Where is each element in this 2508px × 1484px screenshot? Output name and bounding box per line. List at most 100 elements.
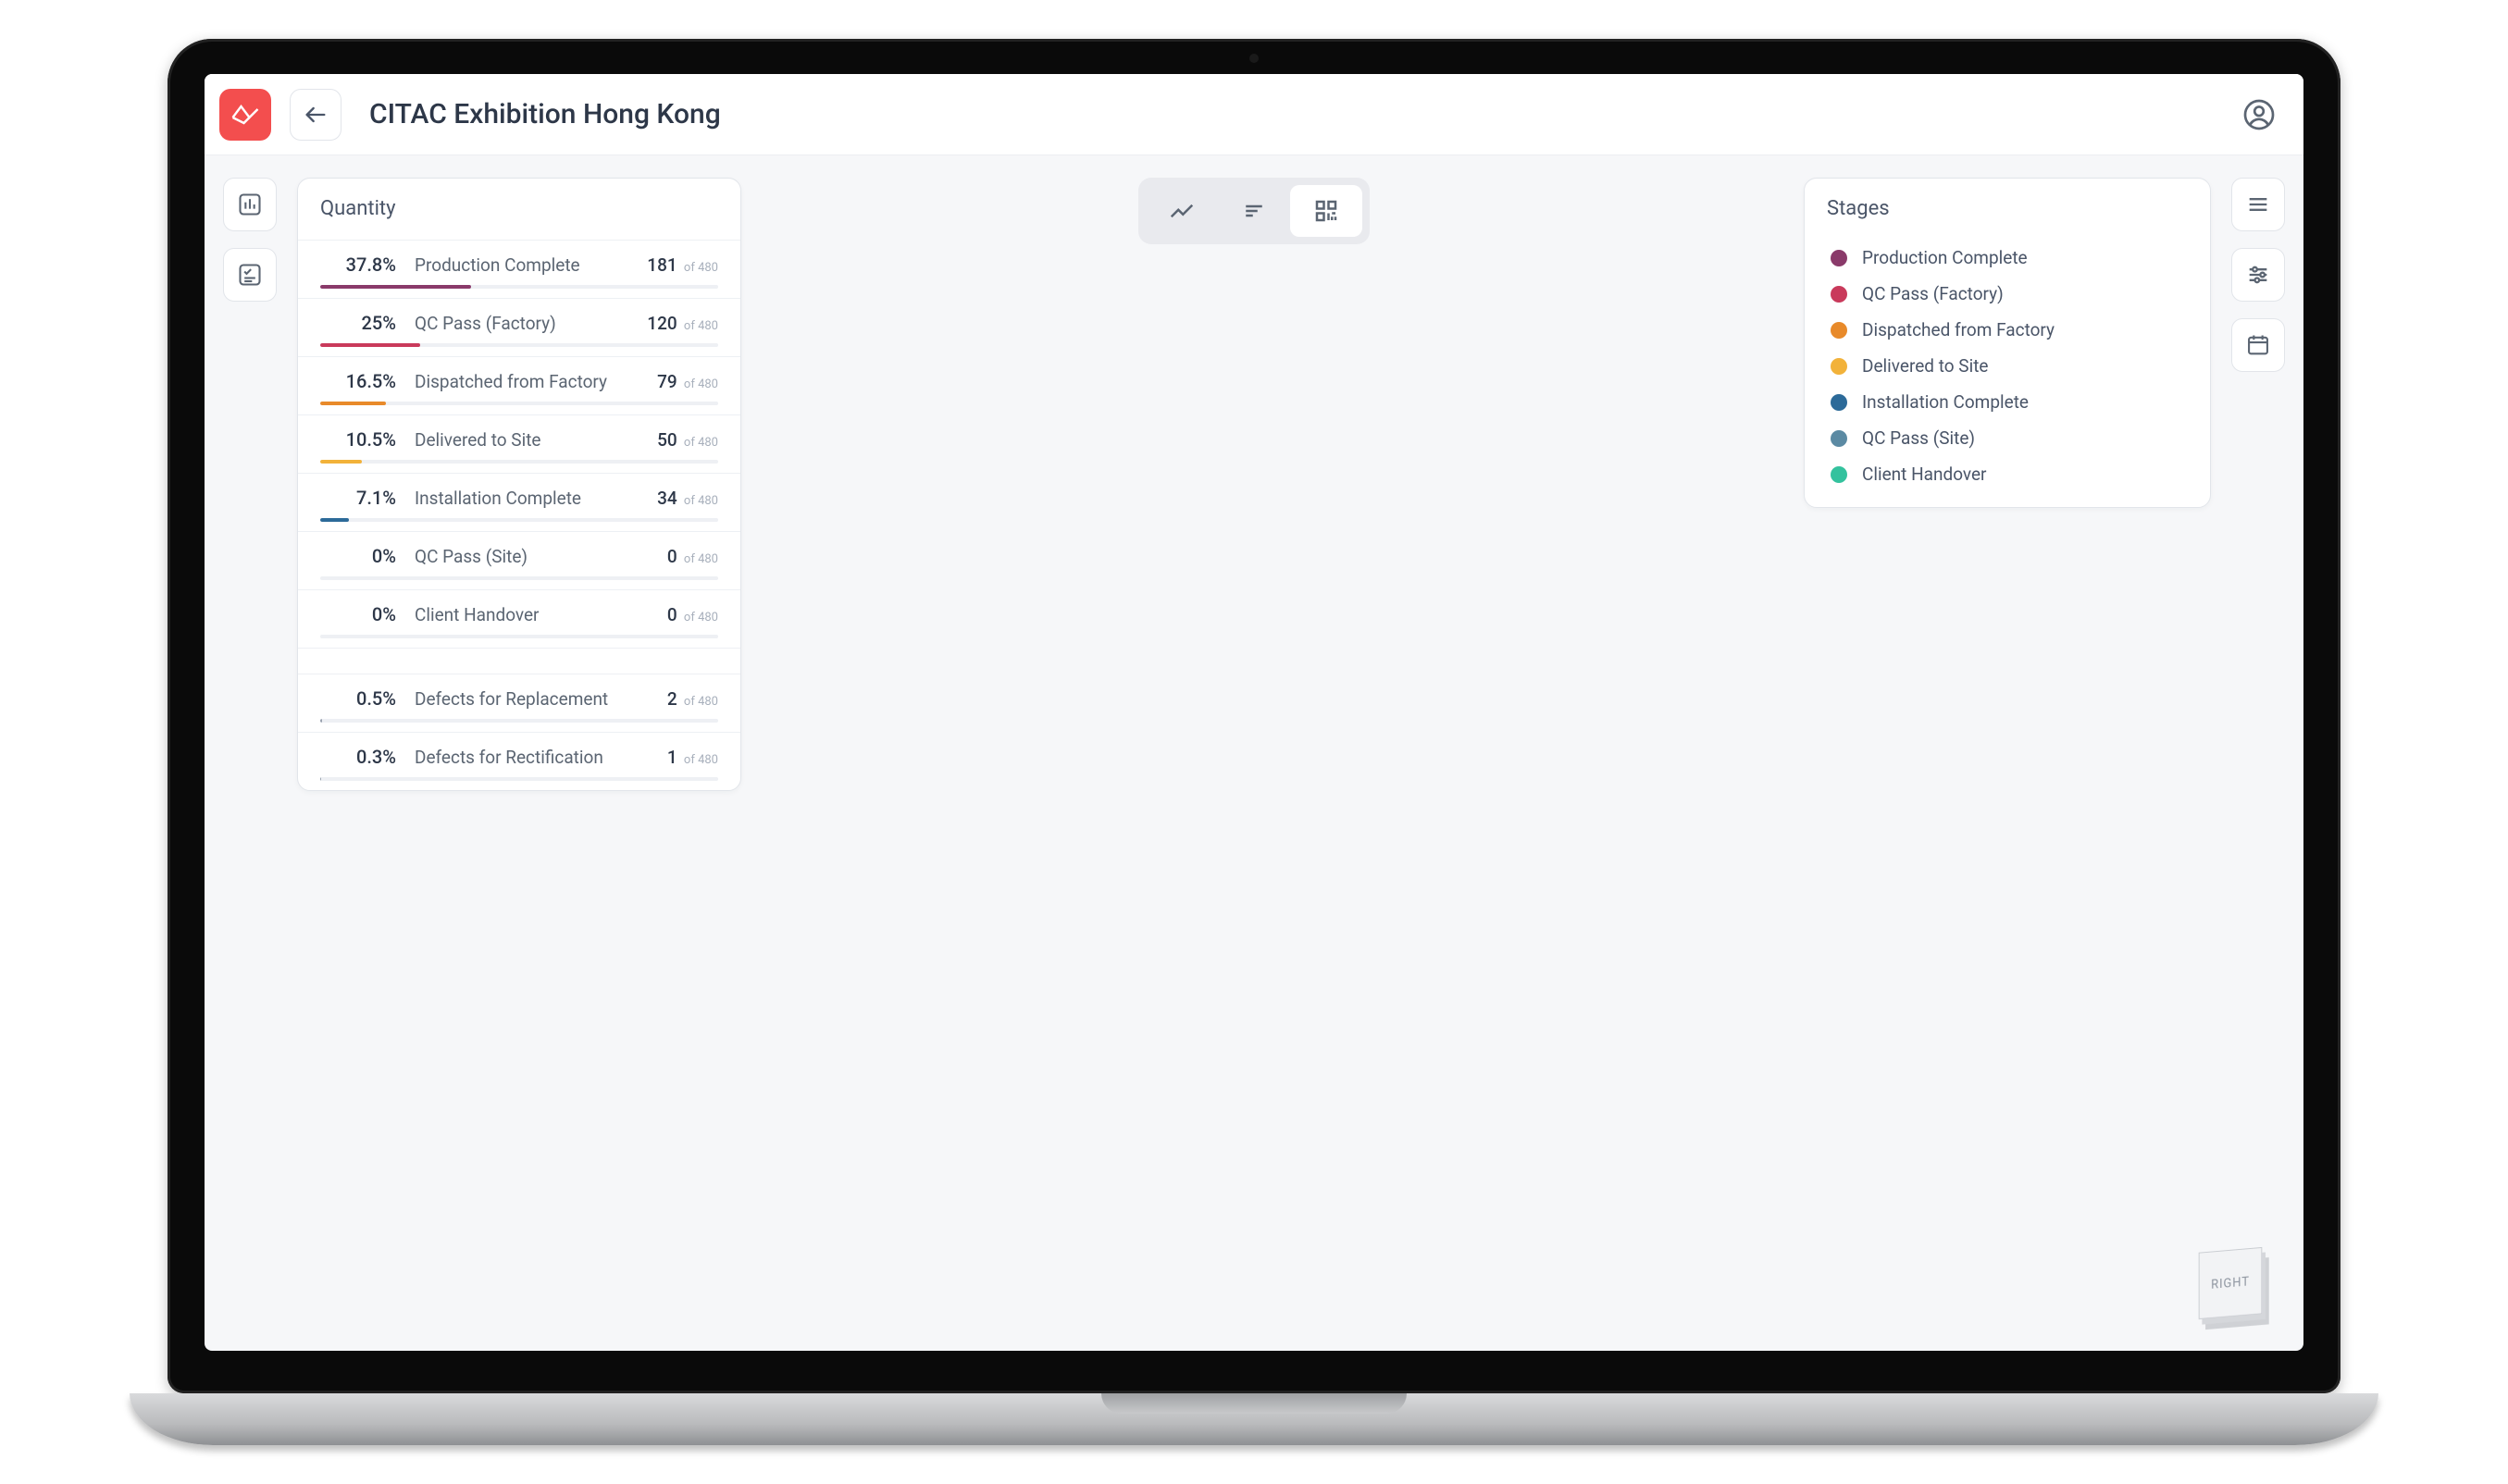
profile-button[interactable] (2237, 93, 2281, 137)
facade-panel[interactable] (1148, 459, 1200, 538)
facade-panel[interactable] (1476, 903, 1535, 983)
facade-panel[interactable] (965, 725, 1017, 805)
facade-panel[interactable] (1001, 992, 1053, 1071)
facade-panel[interactable] (1357, 1081, 1416, 1160)
facade-panel[interactable] (1049, 1081, 1101, 1160)
facade-panel[interactable] (1203, 459, 1255, 538)
facade-panel[interactable] (1105, 1081, 1157, 1160)
facade-panel[interactable] (1379, 281, 1438, 361)
stage-row[interactable]: Dispatched from Factory (1805, 312, 2210, 348)
facade-panel[interactable] (1499, 1347, 1558, 1351)
facade-panel[interactable] (971, 637, 1023, 716)
facade-panel[interactable] (1292, 1081, 1351, 1160)
facade-panel[interactable] (996, 281, 1048, 361)
stage-row[interactable]: Installation Complete (1805, 384, 2210, 420)
facade-panel[interactable] (1026, 637, 1078, 716)
facade-panel[interactable] (1458, 548, 1517, 627)
building-model[interactable] (875, 155, 1633, 1351)
facade-panel[interactable] (1490, 1169, 1549, 1249)
facade-panel[interactable] (1210, 370, 1261, 450)
facade-panel[interactable] (1297, 1169, 1356, 1249)
facade-panel[interactable] (1374, 192, 1434, 272)
facade-panel[interactable] (1273, 725, 1333, 805)
facade-panel[interactable] (952, 903, 1004, 983)
facade-panel[interactable] (1111, 992, 1162, 1071)
facade-panel[interactable] (1338, 725, 1397, 805)
facade-panel[interactable] (1106, 281, 1158, 361)
metric-row[interactable]: 25%QC Pass (Factory)120 of 480 (298, 298, 740, 356)
facade-panel[interactable] (1545, 992, 1604, 1071)
facade-panel[interactable] (1512, 370, 1571, 450)
facade-panel[interactable] (1032, 548, 1084, 627)
facade-panel[interactable] (1495, 1258, 1554, 1338)
facade-panel[interactable] (1099, 370, 1151, 450)
facade-panel[interactable] (1306, 1347, 1365, 1351)
facade-panel[interactable] (1540, 903, 1599, 983)
facade-panel[interactable] (1558, 1258, 1618, 1338)
facade-panel[interactable] (1521, 548, 1581, 627)
facade-panel[interactable] (1190, 637, 1242, 716)
facade-panel[interactable] (940, 1081, 992, 1160)
facade-panel[interactable] (1485, 1081, 1545, 1160)
facade-panel[interactable] (1008, 903, 1060, 983)
facade-panel[interactable] (1215, 281, 1267, 361)
facade-panel[interactable] (1087, 548, 1139, 627)
facade-panel[interactable] (1037, 1258, 1089, 1338)
facade-panel[interactable] (1074, 725, 1126, 805)
facade-panel[interactable] (934, 1169, 986, 1249)
facade-panel[interactable] (1434, 1347, 1494, 1351)
facade-panel[interactable] (1255, 370, 1314, 450)
facade-panel[interactable] (1185, 725, 1236, 805)
facade-panel[interactable] (1411, 903, 1471, 983)
facade-panel[interactable] (1161, 281, 1212, 361)
facade-panel[interactable] (1086, 1347, 1138, 1351)
facade-panel[interactable] (1443, 281, 1502, 361)
facade-panel[interactable] (1421, 1081, 1480, 1160)
facade-panel[interactable] (1535, 814, 1595, 894)
facade-panel[interactable] (1044, 1169, 1096, 1249)
facade-panel[interactable] (922, 1347, 974, 1351)
facade-panel[interactable] (1517, 459, 1576, 538)
facade-panel[interactable] (1129, 725, 1181, 805)
facade-panel[interactable] (1142, 548, 1194, 627)
facade-panel[interactable] (1260, 459, 1319, 538)
facade-panel[interactable] (1031, 1347, 1083, 1351)
facade-panel[interactable] (990, 370, 1042, 450)
facade-panel[interactable] (1531, 725, 1590, 805)
sort-view-button[interactable] (1218, 185, 1290, 237)
metric-row[interactable]: 0%QC Pass (Site)0 of 480 (298, 531, 740, 589)
facade-panel[interactable] (1013, 814, 1065, 894)
facade-panel[interactable] (1287, 992, 1347, 1071)
qr-view-button[interactable] (1290, 185, 1362, 237)
facade-panel[interactable] (1264, 548, 1323, 627)
facade-panel[interactable] (995, 1081, 1047, 1160)
facade-panel[interactable] (927, 1258, 979, 1338)
facade-panel[interactable] (976, 1347, 1028, 1351)
facade-panel[interactable] (1093, 459, 1145, 538)
facade-panel[interactable] (1057, 192, 1109, 272)
facade-panel[interactable] (1352, 992, 1411, 1071)
facade-panel[interactable] (1334, 637, 1393, 716)
facade-panel[interactable] (1397, 637, 1457, 716)
facade-panel[interactable] (1051, 281, 1103, 361)
facade-panel[interactable] (1388, 459, 1447, 538)
nav-cube-face-right[interactable]: RIGHT (2199, 1247, 2263, 1319)
facade-panel[interactable] (984, 459, 1036, 538)
metric-row[interactable]: 16.5%Dispatched from Factory79 of 480 (298, 356, 740, 414)
filters-button[interactable] (2231, 248, 2285, 302)
stage-row[interactable]: Client Handover (1805, 456, 2210, 492)
facade-panel[interactable] (1117, 903, 1169, 983)
checklist-button[interactable] (223, 248, 277, 302)
trend-view-button[interactable] (1146, 185, 1218, 237)
facade-panel[interactable] (1508, 281, 1567, 361)
facade-panel[interactable] (988, 1169, 1040, 1249)
facade-panel[interactable] (1002, 192, 1054, 272)
facade-panel[interactable] (1347, 903, 1407, 983)
facade-panel[interactable] (1438, 192, 1497, 272)
facade-panel[interactable] (1045, 370, 1097, 450)
facade-panel[interactable] (1301, 1258, 1360, 1338)
facade-panel[interactable] (1343, 814, 1402, 894)
facade-panel[interactable] (1147, 1258, 1198, 1338)
metric-row[interactable]: 10.5%Delivered to Site50 of 480 (298, 414, 740, 473)
facade-panel[interactable] (1166, 992, 1218, 1071)
